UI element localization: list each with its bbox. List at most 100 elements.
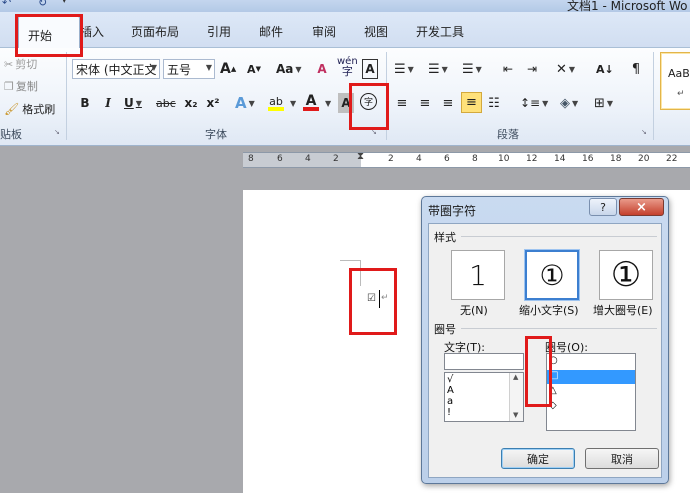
paint-bucket-icon: ◈: [560, 95, 570, 111]
selected-row-highlight: [547, 370, 635, 384]
phonetic-guide-button[interactable]: wén 字: [337, 57, 358, 78]
shrink-font-button[interactable]: A ▼: [246, 59, 262, 79]
scroll-up-icon[interactable]: ▲: [513, 373, 518, 381]
chinese-layout-button[interactable]: ✕ ▼: [556, 59, 575, 79]
tab-page-layout[interactable]: 页面布局: [131, 23, 179, 40]
margin-corner-mark: [340, 260, 360, 261]
character-border-button[interactable]: A: [362, 59, 378, 79]
list-item[interactable]: A: [447, 385, 454, 396]
bold-button[interactable]: B: [77, 93, 93, 113]
style-enlarge-symbol-preview: ①: [610, 255, 642, 295]
group-separator: [653, 52, 654, 140]
increase-indent-button[interactable]: ⇥: [524, 59, 540, 79]
underline-button[interactable]: U ▼: [124, 93, 142, 113]
text-input[interactable]: [444, 353, 524, 370]
undo-icon[interactable]: ↶: [2, 0, 11, 9]
tab-developer[interactable]: 开发工具: [416, 23, 464, 40]
style-normal-preview[interactable]: AaB ↵: [660, 52, 690, 110]
show-marks-button[interactable]: ¶: [628, 59, 644, 79]
ruler-tick: 14: [554, 154, 566, 164]
paragraph-shading-button[interactable]: ◈ ▼: [560, 93, 578, 113]
chevron-down-icon[interactable]: ▼: [290, 99, 296, 108]
line-spacing-button[interactable]: ↕≡ ▼: [520, 93, 548, 113]
align-right-button[interactable]: ≡: [440, 93, 456, 113]
grow-font-icon: A: [220, 61, 231, 77]
style-enlarge-symbol-label: 增大圈号(E): [593, 304, 653, 317]
align-center-button[interactable]: ≡: [417, 93, 433, 113]
style-none-option[interactable]: 1: [451, 250, 505, 300]
section-divider: [461, 236, 657, 237]
help-button[interactable]: ?: [589, 198, 617, 216]
group-separator: [66, 52, 67, 140]
tab-view[interactable]: 视图: [364, 23, 388, 40]
annotation-box: [349, 83, 389, 130]
font-name-combo[interactable]: 宋体 (中文正文 ▼: [72, 59, 160, 79]
ruler-tick: 22: [666, 154, 678, 164]
subscript-button[interactable]: x₂: [183, 93, 199, 113]
list-item[interactable]: a: [447, 396, 453, 407]
style-preview-text: AaB: [668, 67, 690, 80]
chevron-down-icon: ▼: [150, 63, 157, 72]
close-button[interactable]: ×: [619, 198, 664, 216]
style-shrink-text-preview: ①: [539, 258, 565, 292]
ruler-tick: 4: [305, 154, 311, 164]
indent-marker-icon[interactable]: ⧗: [357, 151, 364, 162]
font-color-button[interactable]: A: [303, 93, 319, 113]
style-shrink-text-option[interactable]: ①: [524, 249, 580, 301]
copy-button[interactable]: ❐ 复制: [4, 76, 38, 96]
font-group-label: 字体: [205, 128, 227, 141]
tab-review[interactable]: 审阅: [312, 23, 336, 40]
multilevel-list-button[interactable]: ☰ ▼: [462, 59, 482, 79]
chevron-down-icon[interactable]: ▼: [325, 99, 331, 108]
cut-label: 剪切: [15, 58, 38, 71]
tab-references[interactable]: 引用: [207, 23, 231, 40]
align-right-icon: ≡: [442, 95, 454, 111]
italic-button[interactable]: I: [100, 93, 116, 113]
font-size-combo[interactable]: 五号 ▼: [163, 59, 215, 79]
list-item[interactable]: √: [447, 374, 453, 385]
change-case-icon: Aa: [276, 62, 294, 76]
grow-font-button[interactable]: A ▲: [220, 59, 236, 79]
ruler-tick: 8: [472, 154, 478, 164]
text-options-list[interactable]: √ A a ! ▲ ▼: [444, 372, 524, 422]
borders-button[interactable]: ⊞ ▼: [594, 93, 613, 113]
paragraph-launcher-icon[interactable]: ↘: [641, 128, 647, 136]
decrease-indent-button[interactable]: ⇤: [500, 59, 516, 79]
justify-button[interactable]: ≡: [461, 92, 482, 113]
align-left-icon: ≡: [396, 95, 408, 111]
numbering-button[interactable]: ☰ ▼: [428, 59, 448, 79]
highlight-button[interactable]: ab: [268, 93, 284, 113]
clipboard-launcher-icon[interactable]: ↘: [54, 128, 60, 136]
scroll-down-icon[interactable]: ▼: [513, 411, 518, 419]
format-painter-button[interactable]: 🖌 格式刷: [4, 99, 55, 119]
distribute-button[interactable]: ☷: [486, 93, 502, 113]
italic-icon: I: [105, 96, 111, 110]
bullets-button[interactable]: ☰ ▼: [394, 59, 414, 79]
clear-formatting-button[interactable]: A: [314, 59, 330, 79]
justify-icon: ≡: [466, 95, 477, 110]
quick-access-dropdown-icon[interactable]: ▾: [62, 0, 67, 6]
tab-mailings[interactable]: 邮件: [259, 23, 283, 40]
subscript-icon: x₂: [184, 96, 198, 110]
ok-button[interactable]: 确定: [501, 448, 575, 469]
style-enlarge-symbol-option[interactable]: ①: [599, 250, 653, 300]
line-spacing-icon: ↕≡: [520, 96, 541, 110]
cut-button[interactable]: ✂ 剪切: [4, 54, 37, 74]
strikethrough-button[interactable]: abc: [156, 93, 176, 113]
ruler-tick: 6: [444, 154, 450, 164]
change-case-button[interactable]: Aa ▼: [276, 59, 302, 79]
scrollbar[interactable]: ▲ ▼: [509, 373, 523, 421]
cancel-button[interactable]: 取消: [585, 448, 659, 469]
bullets-icon: ☰: [394, 61, 406, 77]
highlighter-icon: ab: [269, 94, 283, 108]
enclosure-options-list[interactable]: ○ □ △ ◇: [546, 353, 636, 431]
horizontal-ruler[interactable]: 8 6 4 2 ⧗ 2 4 6 8 10 12 14 16 18 20 22: [243, 151, 690, 168]
text-effects-button[interactable]: A ▼: [235, 93, 255, 113]
annotation-box: [525, 336, 552, 407]
superscript-button[interactable]: x²: [205, 93, 221, 113]
redo-icon[interactable]: ↻: [38, 0, 47, 9]
sort-button[interactable]: A↓: [596, 59, 614, 79]
align-left-button[interactable]: ≡: [394, 93, 410, 113]
list-item[interactable]: !: [447, 407, 451, 418]
tab-insert[interactable]: 插入: [80, 23, 104, 40]
